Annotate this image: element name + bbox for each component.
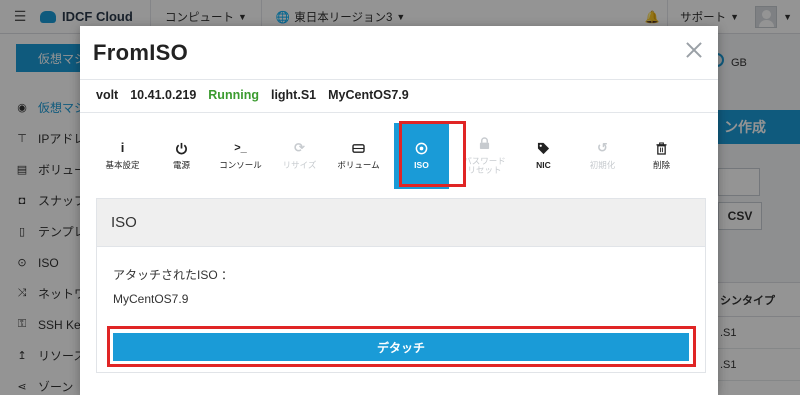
vm-os: MyCentOS7.9 [328,88,409,102]
action-basic-settings[interactable]: i 基本設定 [93,123,152,189]
action-volume[interactable]: ボリューム [329,123,388,189]
action-label: ボリューム [337,160,380,171]
action-power[interactable]: 電源 [152,123,211,189]
action-label: パスワード リセット [463,155,506,175]
action-toolbar: i 基本設定 電源 >_ コンソール ⟳ リサイズ ボリューム ISO パスワー… [93,123,691,189]
attached-iso-value: MyCentOS7.9 [113,292,189,306]
drive-icon [352,141,365,155]
modal-title: FromISO [93,40,188,65]
power-icon [175,141,188,155]
action-label: 削除 [652,160,670,171]
highlight-box-iso [399,121,466,187]
action-resize: ⟳ リサイズ [270,123,329,189]
vm-name: volt [96,88,119,102]
highlight-box-detach [107,326,696,367]
action-nic[interactable]: NIC [514,123,573,189]
action-label: NIC [536,160,551,171]
tag-icon [537,141,550,155]
iso-panel-heading: ISO [97,199,705,247]
action-label: リサイズ [282,160,317,171]
info-icon: i [120,140,125,156]
lock-icon [479,137,490,151]
attached-iso-label: アタッチされたISO ： [113,268,234,282]
status-badge: Running [208,88,259,102]
action-label: コンソール [219,160,262,171]
action-reinitialize: ↺ 初期化 [573,123,632,189]
action-label: 電源 [172,160,190,171]
vm-ip: 10.41.0.219 [130,88,197,102]
vm-info-row: volt 10.41.0.219 Running light.S1 MyCent… [96,88,409,102]
action-label: 基本設定 [105,160,140,171]
undo-icon: ↺ [597,140,608,156]
divider [80,112,718,113]
action-label: 初期化 [589,160,616,171]
close-icon[interactable] [684,40,704,60]
trash-icon [656,141,667,155]
action-console[interactable]: >_ コンソール [211,123,270,189]
console-icon: >_ [234,142,247,155]
action-delete[interactable]: 削除 [632,123,691,189]
vm-plan: light.S1 [270,88,317,102]
divider [80,79,718,80]
refresh-icon: ⟳ [294,140,305,156]
